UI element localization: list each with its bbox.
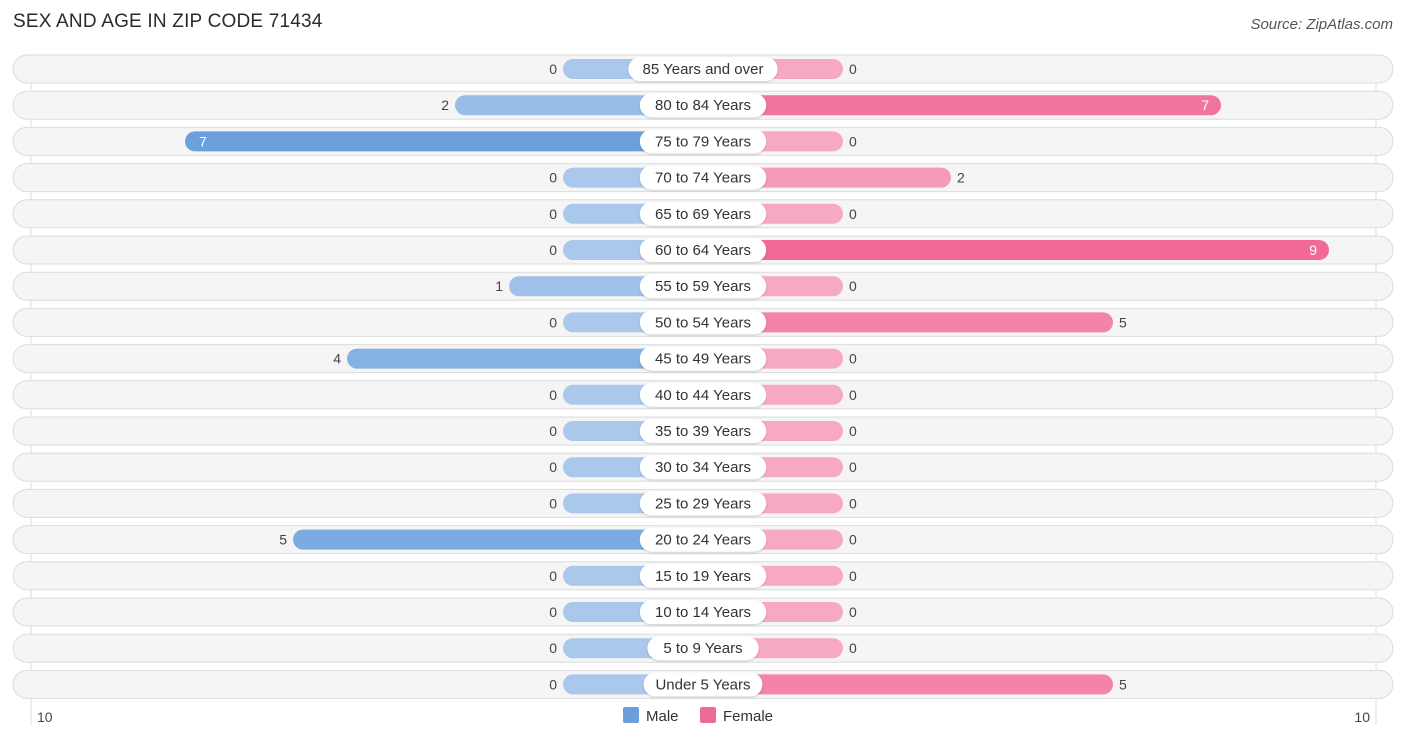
- legend-swatch: [700, 707, 716, 723]
- male-value-label: 0: [549, 242, 557, 258]
- male-value-label: 0: [549, 314, 557, 330]
- category-label: 75 to 79 Years: [655, 133, 751, 150]
- female-value-label: 0: [849, 495, 857, 511]
- chart-row: 4 0 45 to 49 Years: [12, 344, 1394, 374]
- category-label: 65 to 69 Years: [655, 206, 751, 223]
- chart-row: 5 0 20 to 24 Years: [12, 525, 1394, 555]
- population-pyramid-chart: 0 0 85 Years and over 2 7 80 to 84 Years 7 0 75 …: [12, 54, 1394, 725]
- female-value-label: 0: [849, 459, 857, 475]
- category-label: 85 Years and over: [643, 61, 764, 78]
- female-value-label: 0: [849, 423, 857, 439]
- chart-row: 0 0 65 to 69 Years: [12, 199, 1394, 229]
- chart-row: 0 9 60 to 64 Years: [12, 235, 1394, 265]
- chart-row: 0 0 5 to 9 Years: [12, 633, 1394, 663]
- male-value-label: 0: [549, 170, 557, 186]
- male-value-label: 0: [549, 640, 557, 656]
- female-value-label: 0: [849, 278, 857, 294]
- chart-row: 0 0 35 to 39 Years: [12, 416, 1394, 446]
- category-label: 30 to 34 Years: [655, 459, 751, 476]
- female-value-label: 0: [849, 61, 857, 77]
- male-bar[interactable]: [185, 131, 703, 152]
- category-label: 55 to 59 Years: [655, 278, 751, 295]
- chart-row: 1 0 55 to 59 Years: [12, 271, 1394, 301]
- male-value-label: 0: [549, 459, 557, 475]
- chart-row: 0 0 40 to 44 Years: [12, 380, 1394, 410]
- chart-row: 0 2 70 to 74 Years: [12, 163, 1394, 193]
- axis-tick-left: 10: [37, 709, 53, 725]
- female-value-label: 0: [849, 604, 857, 620]
- category-label: 5 to 9 Years: [663, 640, 742, 657]
- chart-row: 0 0 15 to 19 Years: [12, 561, 1394, 591]
- female-value-label: 2: [957, 170, 965, 186]
- male-value-label: 0: [549, 61, 557, 77]
- male-value-label: 2: [441, 97, 449, 113]
- female-value-label: 5: [1119, 314, 1127, 330]
- female-bar[interactable]: [703, 240, 1329, 260]
- male-value-label: 5: [279, 532, 287, 548]
- axis-tick-right: 10: [1354, 709, 1370, 725]
- male-value-label: 7: [199, 133, 207, 149]
- category-label: 80 to 84 Years: [655, 97, 751, 114]
- chart-row: 7 0 75 to 79 Years: [12, 126, 1394, 156]
- category-label: 50 to 54 Years: [655, 314, 751, 331]
- male-value-label: 0: [549, 495, 557, 511]
- legend-swatch: [623, 707, 639, 723]
- category-label: 45 to 49 Years: [655, 351, 751, 368]
- chart-row: 2 7 80 to 84 Years: [12, 90, 1394, 120]
- category-label: 40 to 44 Years: [655, 387, 751, 404]
- female-value-label: 0: [849, 387, 857, 403]
- male-value-label: 0: [549, 423, 557, 439]
- legend-item-male[interactable]: Male: [623, 707, 679, 725]
- category-label: 35 to 39 Years: [655, 423, 751, 440]
- category-label: 20 to 24 Years: [655, 532, 751, 549]
- female-value-label: 0: [849, 640, 857, 656]
- female-value-label: 0: [849, 568, 857, 584]
- male-value-label: 0: [549, 568, 557, 584]
- female-value-label: 5: [1119, 676, 1127, 692]
- chart-row: 0 0 85 Years and over: [12, 54, 1394, 84]
- category-label: Under 5 Years: [655, 676, 750, 693]
- female-value-label: 0: [849, 133, 857, 149]
- chart-row: 0 5 Under 5 Years: [12, 669, 1394, 699]
- chart-row: 0 0 10 to 14 Years: [12, 597, 1394, 627]
- category-label: 25 to 29 Years: [655, 495, 751, 512]
- chart-row: 0 0 25 to 29 Years: [12, 488, 1394, 518]
- male-value-label: 0: [549, 206, 557, 222]
- legend-label: Male: [646, 708, 679, 725]
- category-label: 70 to 74 Years: [655, 170, 751, 187]
- category-label: 15 to 19 Years: [655, 568, 751, 585]
- female-bar[interactable]: [703, 674, 1113, 695]
- female-value-label: 7: [1201, 97, 1209, 113]
- female-value-label: 0: [849, 532, 857, 548]
- category-label: 60 to 64 Years: [655, 242, 751, 259]
- female-bar[interactable]: [703, 95, 1221, 116]
- chart-row: 0 0 30 to 34 Years: [12, 452, 1394, 482]
- female-value-label: 0: [849, 206, 857, 222]
- legend-label: Female: [723, 708, 773, 725]
- male-value-label: 0: [549, 676, 557, 692]
- male-value-label: 0: [549, 604, 557, 620]
- female-value-label: 0: [849, 351, 857, 367]
- legend-item-female[interactable]: Female: [700, 707, 773, 725]
- female-value-label: 9: [1309, 242, 1317, 258]
- chart-row: 0 5 50 to 54 Years: [12, 307, 1394, 337]
- male-value-label: 4: [333, 351, 341, 367]
- male-value-label: 1: [495, 278, 503, 294]
- male-value-label: 0: [549, 387, 557, 403]
- category-label: 10 to 14 Years: [655, 604, 751, 621]
